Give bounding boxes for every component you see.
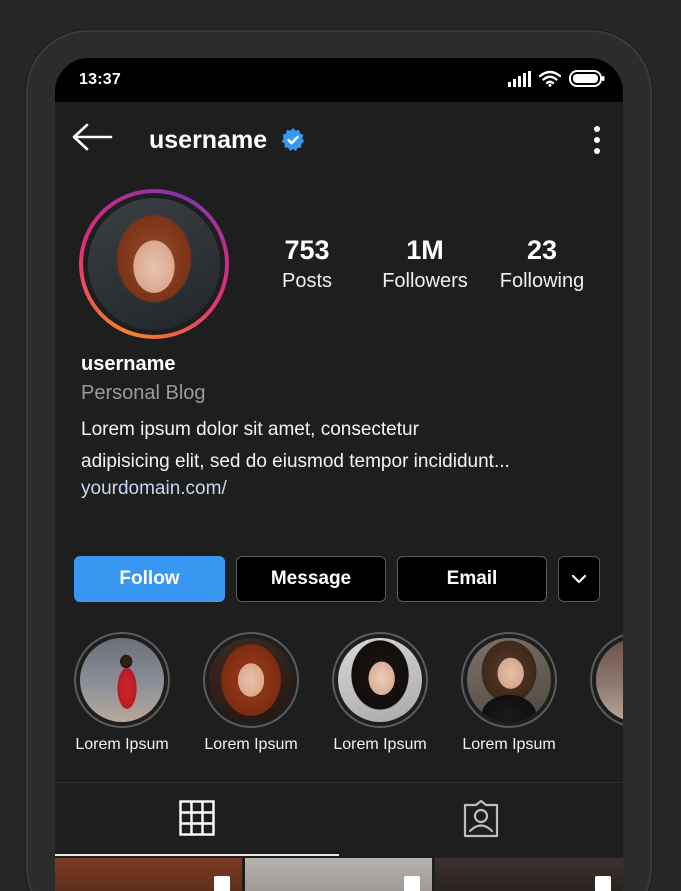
stat-following[interactable]: 23 Following <box>487 234 597 296</box>
email-button[interactable]: Email <box>397 556 547 602</box>
verified-icon <box>281 128 305 151</box>
stat-followers-value: 1M <box>406 235 444 265</box>
highlight-ring <box>590 632 623 728</box>
bio-line-2: adipisicing elit, sed do eiusmod tempor … <box>81 451 510 472</box>
multi-post-icon <box>214 876 230 891</box>
bio-name: username <box>81 353 176 375</box>
highlight-label: Lorem Ipsum <box>333 736 427 753</box>
post-thumbnail[interactable] <box>245 858 432 891</box>
avatar[interactable] <box>79 189 229 339</box>
stat-followers[interactable]: 1M Followers <box>369 234 481 296</box>
post-thumbnail[interactable] <box>55 858 242 891</box>
highlight-label: Lorem Ipsum <box>204 736 298 753</box>
tagged-icon <box>463 799 499 838</box>
signal-icon <box>508 70 531 87</box>
highlight-label: Lorem Ipsum <box>462 736 556 753</box>
multi-post-icon <box>404 876 420 891</box>
highlight-item[interactable]: Lorem Ipsum <box>62 632 182 754</box>
status-icons <box>507 70 605 87</box>
bio-line-1: Lorem ipsum dolor sit amet, consectetur <box>81 419 419 440</box>
highlight-label: Lorem Ipsum <box>75 736 169 753</box>
highlight-item[interactable]: Lorem Ipsum <box>320 632 440 754</box>
highlight-photo <box>209 638 293 722</box>
highlight-photo <box>467 638 551 722</box>
highlight-ring <box>74 632 170 728</box>
bio-text: Lorem ipsum dolor sit amet, consectetur … <box>81 414 601 478</box>
status-time: 13:37 <box>79 71 121 88</box>
message-button[interactable]: Message <box>236 556 386 602</box>
multi-post-icon <box>595 876 611 891</box>
highlight-photo <box>596 638 623 722</box>
highlight-photo <box>80 638 164 722</box>
highlight-ring <box>461 632 557 728</box>
wifi-icon <box>539 70 561 87</box>
follow-button[interactable]: Follow <box>74 556 225 602</box>
avatar-border <box>83 193 225 335</box>
tab-tagged[interactable] <box>339 782 623 856</box>
bio-category: Personal Blog <box>81 382 206 404</box>
highlight-item[interactable]: Lorem Ipsum <box>191 632 311 754</box>
bio-link[interactable]: yourdomain.com/ <box>81 478 227 500</box>
highlight-label: Lore <box>578 736 623 754</box>
highlight-ring <box>332 632 428 728</box>
highlight-item[interactable]: Lorem Ipsum <box>449 632 569 754</box>
stat-posts[interactable]: 753 Posts <box>251 234 363 296</box>
status-bar: 13:37 <box>55 58 623 102</box>
stat-posts-label: Posts <box>281 270 333 292</box>
header-username: username <box>149 126 268 154</box>
stat-followers-label: Followers <box>382 270 468 292</box>
stage: 13:37 username 753 Posts 1M Followers 23… <box>0 0 681 891</box>
tab-posts-grid[interactable] <box>55 782 339 856</box>
battery-icon <box>569 70 605 87</box>
back-arrow-icon[interactable] <box>71 122 113 152</box>
highlight-photo <box>338 638 422 722</box>
post-thumbnail[interactable] <box>435 858 623 891</box>
stat-following-value: 23 <box>526 235 558 265</box>
profile-screen: 13:37 username 753 Posts 1M Followers 23… <box>55 58 623 891</box>
grid-icon <box>179 800 215 836</box>
chevron-down-icon <box>571 574 587 584</box>
stat-posts-value: 753 <box>284 235 330 265</box>
highlight-item[interactable]: Lore <box>578 632 623 754</box>
profile-header: username <box>55 102 623 192</box>
avatar-photo <box>88 198 220 330</box>
suggestions-dropdown-button[interactable] <box>558 556 600 602</box>
stat-following-label: Following <box>499 270 585 292</box>
more-vertical-icon[interactable] <box>591 124 603 156</box>
highlight-ring <box>203 632 299 728</box>
